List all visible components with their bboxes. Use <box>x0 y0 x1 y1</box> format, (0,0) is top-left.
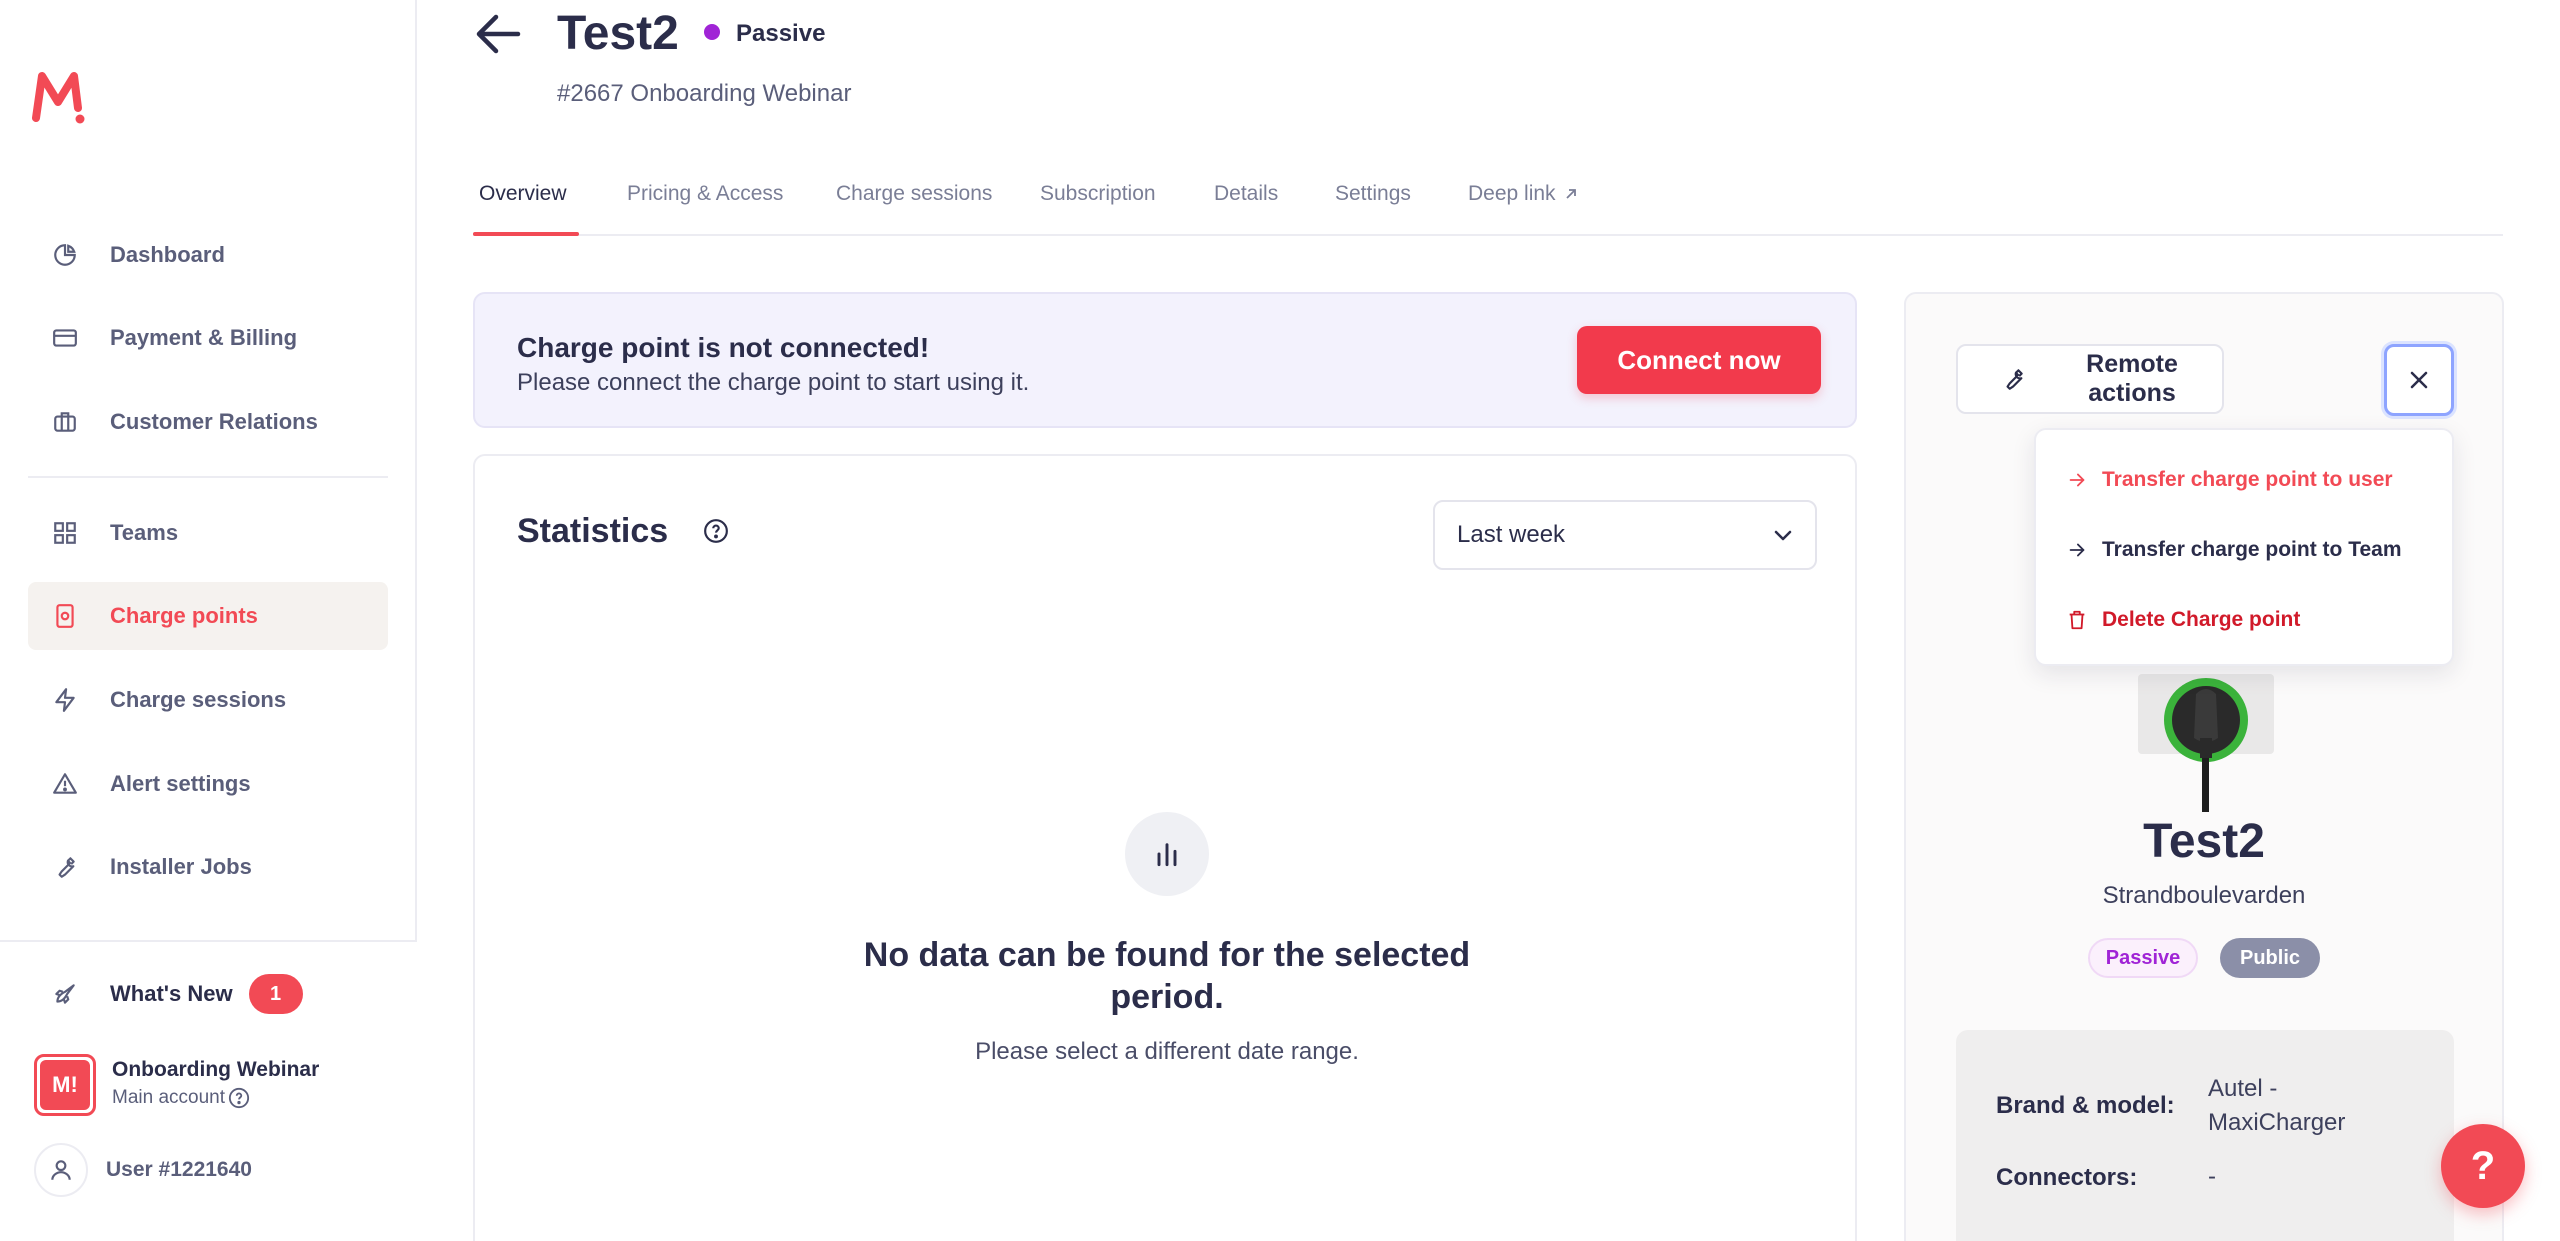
wrench-icon <box>50 852 80 882</box>
account-avatar-logo: M! <box>40 1060 90 1110</box>
status-badge-public: Public <box>2220 938 2320 978</box>
charge-point-location: Strandboulevarden <box>2102 882 2306 909</box>
tab-pricing-access[interactable]: Pricing & Access <box>627 182 783 206</box>
page-title: Test2 <box>557 7 679 60</box>
wrench-icon <box>2000 366 2026 392</box>
connect-now-button[interactable]: Connect now <box>1577 326 1821 394</box>
connectors-label: Connectors: <box>1996 1164 2138 1191</box>
brand-logo[interactable] <box>32 68 88 124</box>
sidebar-item-label: Charge points <box>110 603 258 628</box>
charge-point-card: Remote actions Transfer charge point to … <box>1904 292 2504 1241</box>
sidebar-item-charge-points[interactable]: Charge points <box>28 582 388 650</box>
status-badge-passive: Passive <box>2088 938 2198 978</box>
back-arrow-icon[interactable] <box>474 12 524 58</box>
help-circle-icon[interactable] <box>703 518 729 544</box>
menu-item-label: Transfer charge point to user <box>2102 468 2393 491</box>
help-circle-icon[interactable] <box>228 1087 250 1109</box>
charge-point-name: Test2 <box>2143 815 2265 868</box>
brand-model-value-line2: MaxiCharger <box>2208 1109 2346 1136</box>
tab-subscription[interactable]: Subscription <box>1040 182 1156 206</box>
brand-model-label: Brand & model: <box>1996 1092 2175 1119</box>
tab-bar: Overview Pricing & Access Charge session… <box>473 176 2503 236</box>
remote-actions-label: Remote actions <box>2086 350 2178 407</box>
active-tab-indicator <box>473 232 579 236</box>
user-icon <box>34 1143 88 1197</box>
whats-new-button[interactable]: What's New 1 <box>28 964 388 1024</box>
arrow-right-icon <box>2066 469 2088 491</box>
sidebar-item-label: Payment & Billing <box>110 325 298 350</box>
not-connected-alert: Charge point is not connected! Please co… <box>473 292 1857 428</box>
bar-chart-icon <box>1125 812 1209 896</box>
grid-icon <box>50 518 80 548</box>
tab-overview[interactable]: Overview <box>479 182 567 206</box>
sidebar-item-teams[interactable]: Teams <box>28 499 388 567</box>
period-select-value: Last week <box>1457 521 1566 548</box>
remote-actions-menu: Transfer charge point to user Transfer c… <box>2034 428 2454 666</box>
brand-model-value-line1: Autel - <box>2208 1075 2278 1102</box>
account-name: Onboarding Webinar <box>112 1058 320 1081</box>
menu-item-label: Delete Charge point <box>2102 608 2301 631</box>
empty-state-title: No data can be found for the selected pe… <box>863 936 1471 1016</box>
sidebar-item-label: Charge sessions <box>110 687 287 712</box>
whats-new-label: What's New <box>110 981 233 1006</box>
account-switcher[interactable]: M! Onboarding Webinar Main account <box>34 1054 394 1118</box>
sidebar-item-customer-relations[interactable]: Customer Relations <box>28 388 388 456</box>
user-label: User #1221640 <box>106 1158 252 1181</box>
sidebar-item-label: Customer Relations <box>110 409 318 434</box>
sidebar-item-payment-billing[interactable]: Payment & Billing <box>28 304 388 372</box>
menu-item-delete-charge-point[interactable]: Delete Charge point <box>2066 600 2300 640</box>
chevron-down-icon <box>1771 524 1795 548</box>
pie-chart-icon <box>50 240 80 270</box>
sidebar-item-charge-sessions[interactable]: Charge sessions <box>28 666 388 734</box>
user-menu[interactable]: User #1221640 <box>34 1142 394 1198</box>
sidebar-divider <box>28 476 388 478</box>
alert-title: Charge point is not connected! <box>517 332 930 363</box>
empty-state-subtitle: Please select a different date range. <box>975 1038 1359 1065</box>
tab-details[interactable]: Details <box>1214 182 1278 206</box>
account-role-label: Main account <box>112 1087 226 1108</box>
menu-item-transfer-to-user[interactable]: Transfer charge point to user <box>2066 460 2393 500</box>
sidebar-item-label: Dashboard <box>110 242 225 267</box>
help-fab-button[interactable]: ? <box>2441 1124 2525 1208</box>
menu-item-transfer-to-team[interactable]: Transfer charge point to Team <box>2066 530 2402 570</box>
whats-new-count-badge: 1 <box>248 974 303 1014</box>
trash-icon <box>2066 609 2088 631</box>
credit-card-icon <box>50 323 80 353</box>
sidebar-item-label: Installer Jobs <box>110 854 252 879</box>
brand-model-value: Autel - MaxiCharger <box>2208 1072 2345 1140</box>
status-dot <box>704 24 720 40</box>
sidebar-item-dashboard[interactable]: Dashboard <box>28 221 388 289</box>
rocket-icon <box>50 979 80 1009</box>
tab-settings[interactable]: Settings <box>1335 182 1411 206</box>
status-text: Passive <box>736 20 826 47</box>
remote-actions-button[interactable]: Remote actions <box>1956 344 2224 414</box>
account-avatar: M! <box>34 1054 96 1116</box>
briefcase-icon <box>50 407 80 437</box>
arrow-right-icon <box>2066 539 2088 561</box>
close-icon <box>2407 368 2431 392</box>
sidebar: Dashboard Payment & Billing Customer Rel… <box>0 0 417 1241</box>
statistics-card: Statistics Last week No data can be foun… <box>473 454 1857 1241</box>
external-link-icon <box>1564 187 1578 201</box>
statistics-title: Statistics <box>517 512 669 550</box>
period-select[interactable]: Last week <box>1433 500 1817 570</box>
tab-charge-sessions[interactable]: Charge sessions <box>836 182 992 206</box>
sidebar-item-label: Alert settings <box>110 771 251 796</box>
tab-deep-link-label: Deep link <box>1468 182 1556 205</box>
sidebar-item-label: Teams <box>110 520 179 545</box>
alert-triangle-icon <box>50 769 80 799</box>
tab-deep-link[interactable]: Deep link <box>1468 182 1578 206</box>
sidebar-item-alert-settings[interactable]: Alert settings <box>28 750 388 818</box>
charge-point-info: Brand & model: Autel - MaxiCharger Conne… <box>1956 1030 2454 1241</box>
alert-subtitle: Please connect the charge point to start… <box>517 369 1030 396</box>
lightning-icon <box>50 685 80 715</box>
sidebar-footer: What's New 1 M! Onboarding Webinar Main … <box>0 940 417 1241</box>
menu-item-label: Transfer charge point to Team <box>2102 538 2402 561</box>
charger-icon <box>50 601 80 631</box>
close-button[interactable] <box>2384 344 2454 416</box>
connectors-value: - <box>2208 1163 2216 1190</box>
page-subtitle: #2667 Onboarding Webinar <box>557 80 852 107</box>
sidebar-item-installer-jobs[interactable]: Installer Jobs <box>28 833 388 901</box>
account-role: Main account <box>112 1087 250 1109</box>
